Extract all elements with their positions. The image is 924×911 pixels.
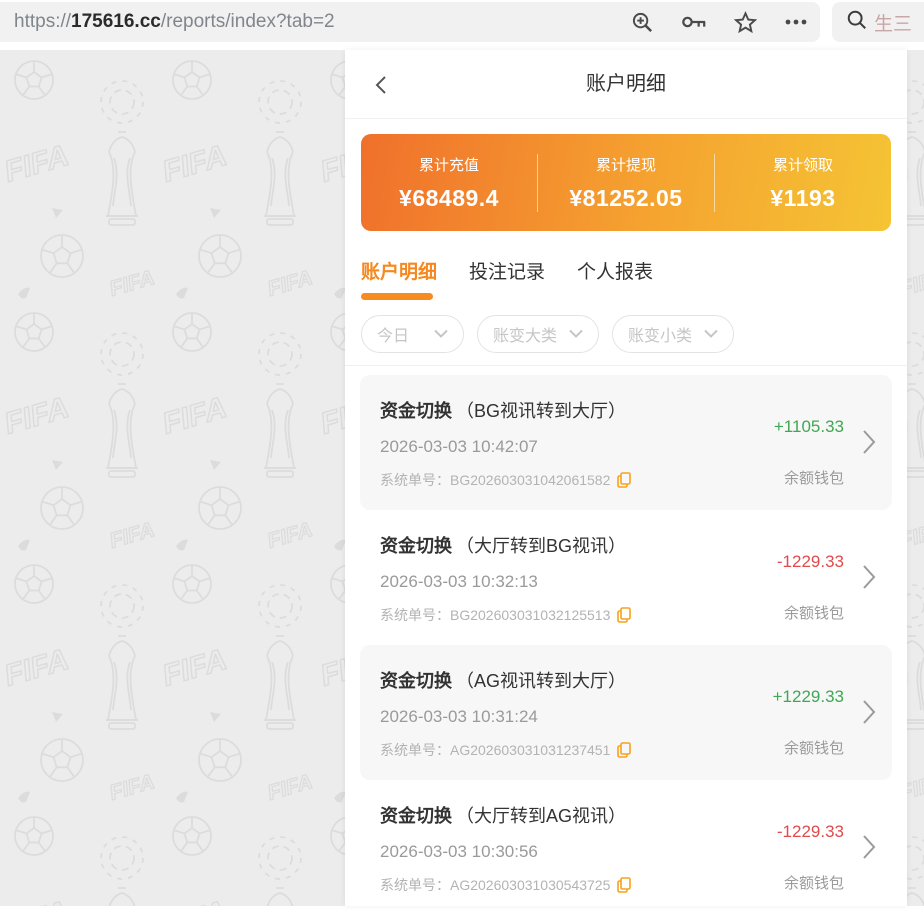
address-bar[interactable]: https://175616.cc/reports/index?tab=2 xyxy=(0,2,820,42)
active-tab-indicator xyxy=(361,293,433,300)
panel-header: 账户明细 xyxy=(345,50,907,119)
tab-account-details[interactable]: 账户明细 xyxy=(361,257,437,284)
bookmark-star-icon[interactable] xyxy=(734,11,757,34)
transaction-datetime: 2026-03-03 10:31:24 xyxy=(380,707,892,727)
transaction-datetime: 2026-03-03 10:42:07 xyxy=(380,437,892,457)
order-number: AG202603031031237451 xyxy=(450,742,610,758)
summary-total-withdraw: 累计提现 ¥81252.05 xyxy=(538,134,714,231)
search-icon xyxy=(846,9,868,36)
transaction-row[interactable]: 资金切换（大厅转到AG视讯） 2026-03-03 10:30:56 系统单号：… xyxy=(360,780,892,906)
copy-icon[interactable] xyxy=(617,607,632,623)
transaction-amount: -1229.33 xyxy=(777,822,844,842)
summary-total-deposit: 累计充值 ¥68489.4 xyxy=(361,134,537,231)
wallet-label: 余额钱包 xyxy=(784,467,844,488)
menu-ellipsis-icon[interactable] xyxy=(784,18,808,26)
transaction-list: 资金切换（BG视讯转到大厅） 2026-03-03 10:42:07 系统单号：… xyxy=(345,375,907,906)
chevron-right-icon[interactable] xyxy=(862,834,876,865)
order-number: BG202603031032125513 xyxy=(450,607,610,623)
password-key-icon[interactable] xyxy=(681,12,707,32)
order-label: 系统单号： xyxy=(380,470,450,490)
zoom-in-icon[interactable] xyxy=(631,11,654,34)
wallet-label: 余额钱包 xyxy=(784,602,844,623)
tab-bet-records[interactable]: 投注记录 xyxy=(469,257,545,284)
summary-value: ¥68489.4 xyxy=(399,185,499,212)
filter-label: 账变大类 xyxy=(493,322,557,346)
transaction-row[interactable]: 资金切换（BG视讯转到大厅） 2026-03-03 10:42:07 系统单号：… xyxy=(360,375,892,510)
filter-label: 今日 xyxy=(377,322,409,346)
search-box[interactable]: 生三 xyxy=(832,2,924,42)
filter-major-category-dropdown[interactable]: 账变大类 xyxy=(477,315,599,353)
chevron-down-icon xyxy=(434,325,448,343)
tab-personal-report[interactable]: 个人报表 xyxy=(577,257,653,284)
transaction-amount: -1229.33 xyxy=(777,552,844,572)
back-chevron-icon[interactable] xyxy=(371,74,393,96)
summary-value: ¥1193 xyxy=(770,185,835,212)
copy-icon[interactable] xyxy=(617,742,632,758)
order-label: 系统单号： xyxy=(380,740,450,760)
order-label: 系统单号： xyxy=(380,875,450,895)
chevron-down-icon xyxy=(704,325,718,343)
search-input-text[interactable]: 生三 xyxy=(874,9,912,36)
chevron-right-icon[interactable] xyxy=(862,564,876,595)
transaction-amount: +1105.33 xyxy=(774,417,844,437)
transaction-row[interactable]: 资金切换（大厅转到BG视讯） 2026-03-03 10:32:13 系统单号：… xyxy=(360,510,892,645)
summary-label: 累计充值 xyxy=(419,154,479,175)
chevron-right-icon[interactable] xyxy=(862,429,876,460)
summary-card: 累计充值 ¥68489.4 累计提现 ¥81252.05 累计领取 ¥1193 xyxy=(361,134,891,231)
chevron-right-icon[interactable] xyxy=(862,699,876,730)
filter-label: 账变小类 xyxy=(628,322,692,346)
order-label: 系统单号： xyxy=(380,605,450,625)
order-number: AG202603031030543725 xyxy=(450,877,610,893)
transaction-datetime: 2026-03-03 10:32:13 xyxy=(380,572,892,592)
transaction-datetime: 2026-03-03 10:30:56 xyxy=(380,842,892,862)
filter-bar: 今日 账变大类 账变小类 xyxy=(361,315,891,365)
url-text[interactable]: https://175616.cc/reports/index?tab=2 xyxy=(14,11,335,33)
wallet-label: 余额钱包 xyxy=(784,737,844,758)
account-details-panel: 账户明细 累计充值 ¥68489.4 累计提现 ¥81252.05 累计领取 ¥… xyxy=(345,50,907,906)
summary-value: ¥81252.05 xyxy=(569,185,682,212)
filter-minor-category-dropdown[interactable]: 账变小类 xyxy=(612,315,734,353)
page-title: 账户明细 xyxy=(345,50,907,119)
summary-total-claimed: 累计领取 ¥1193 xyxy=(715,134,891,231)
filter-date-dropdown[interactable]: 今日 xyxy=(361,315,464,353)
transaction-row[interactable]: 资金切换（AG视讯转到大厅） 2026-03-03 10:31:24 系统单号：… xyxy=(360,645,892,780)
summary-label: 累计领取 xyxy=(773,154,833,175)
copy-icon[interactable] xyxy=(617,877,632,893)
wallet-label: 余额钱包 xyxy=(784,872,844,893)
copy-icon[interactable] xyxy=(617,472,632,488)
order-number: BG202603031042061582 xyxy=(450,472,610,488)
tab-bar: 账户明细 投注记录 个人报表 xyxy=(361,257,891,284)
chevron-down-icon xyxy=(569,325,583,343)
summary-label: 累计提现 xyxy=(596,154,656,175)
transaction-amount: +1229.33 xyxy=(773,687,844,707)
browser-toolbar: https://175616.cc/reports/index?tab=2 xyxy=(0,0,924,44)
